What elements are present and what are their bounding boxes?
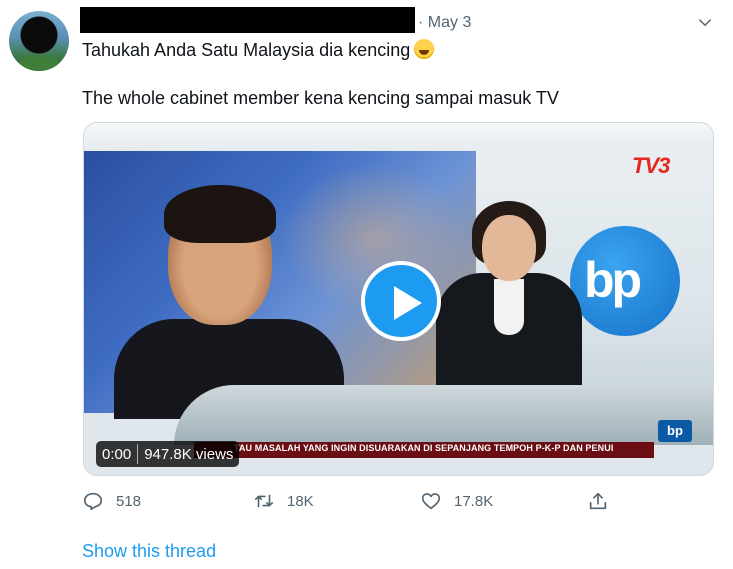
chevron-down-icon[interactable] [696,14,714,32]
channel-logo: TV3 [632,153,670,178]
share-icon [589,492,607,510]
tweet-text: Tahukah Anda Satu Malaysia dia kencing [82,40,411,60]
username-redacted[interactable] [80,7,415,33]
like-button[interactable]: 17.8K [420,490,493,512]
reply-button[interactable]: 518 [82,490,141,512]
play-icon[interactable] [361,261,441,341]
retweet-icon [254,494,274,508]
reply-icon [83,492,103,511]
video-time-badge: 0:00 947.8K views [96,441,240,467]
retweet-button[interactable]: 18K [253,490,314,512]
show-thread-link[interactable]: Show this thread [82,541,216,562]
emoji-icon [414,39,435,59]
video-time: 0:00 [102,445,132,463]
divider [137,444,139,464]
retweet-count: 18K [287,492,314,510]
tweet-actions: 518 18K 17.8K [0,490,733,516]
video-player[interactable]: bp TV3 TAU MASALAH YANG INGIN DISUARAKAN… [83,122,714,476]
ticker-text: TAU MASALAH YANG INGIN DISUARAKAN DI SEP… [234,443,614,453]
anchor-shirt [494,279,524,335]
like-count: 17.8K [454,492,494,510]
like-icon [421,493,441,510]
video-views: 947.8K views [144,445,234,463]
news-desk [174,385,713,445]
share-button[interactable] [587,490,621,512]
bp-logo-text: bp [584,252,642,308]
tweet-date[interactable]: · May 3 [418,14,471,32]
tweet-text-line-2: The whole cabinet member kena kencing sa… [82,88,559,108]
avatar[interactable] [9,11,69,71]
studio-top [84,123,713,153]
anchor-face [482,215,536,281]
person-hair [164,185,276,243]
ticker-logo: bp [658,420,692,442]
reply-count: 518 [116,492,142,510]
tweet-text-line-1: Tahukah Anda Satu Malaysia dia kencing [82,39,435,61]
